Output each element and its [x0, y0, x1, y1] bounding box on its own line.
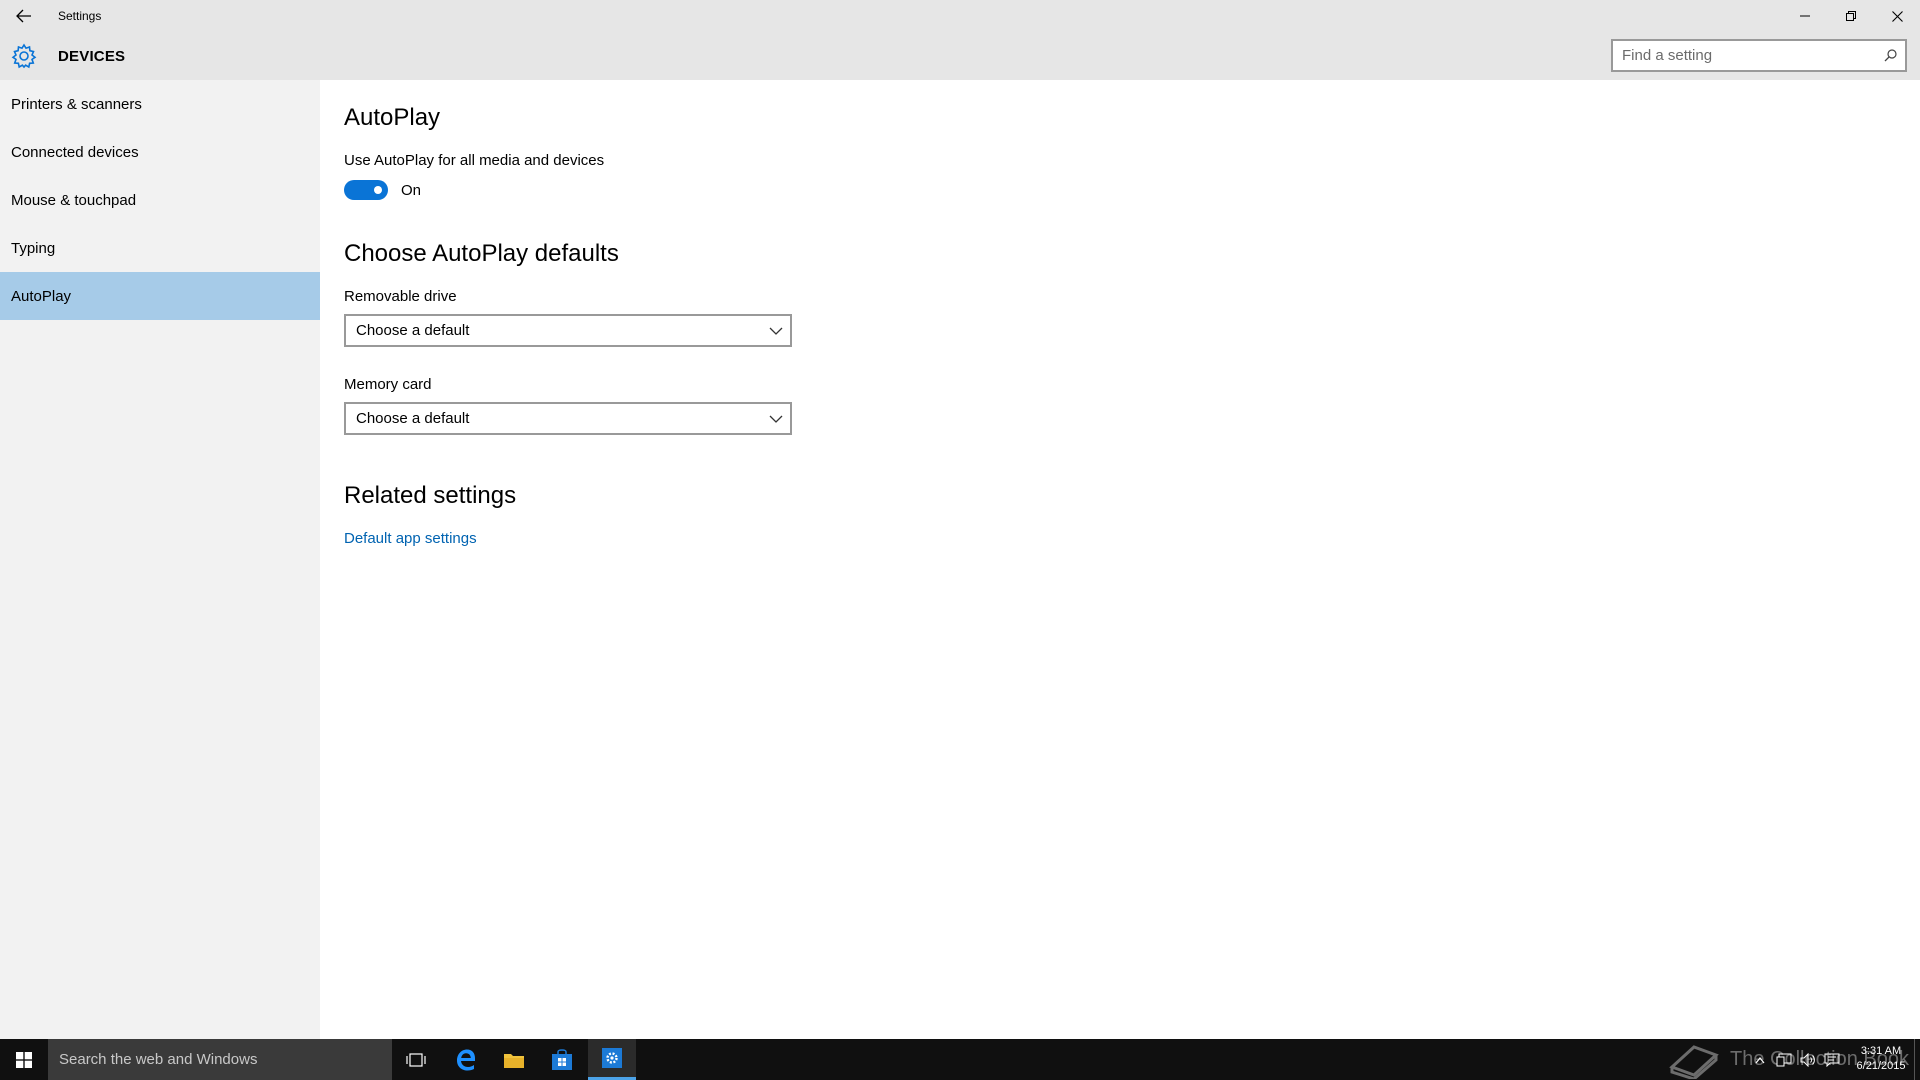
store-button[interactable] [538, 1039, 586, 1080]
sidebar-nav: Printers & scanners Connected devices Mo… [0, 80, 320, 1039]
sidebar-item-autoplay[interactable]: AutoPlay [0, 272, 320, 320]
edge-button[interactable] [442, 1039, 490, 1080]
toggle-state-text: On [401, 181, 422, 199]
sidebar-item-printers-scanners[interactable]: Printers & scanners [0, 80, 320, 128]
action-center-button[interactable] [1824, 1052, 1840, 1068]
start-button[interactable] [0, 1039, 48, 1080]
taskbar-search-text: Search the web and Windows [59, 1051, 258, 1068]
network-button[interactable] [1776, 1052, 1792, 1068]
close-button[interactable] [1874, 0, 1920, 32]
network-icon [1776, 1053, 1792, 1066]
book-logo-icon [1669, 1044, 1719, 1079]
sidebar-item-typing[interactable]: Typing [0, 224, 320, 272]
file-explorer-icon [504, 1053, 524, 1068]
minimize-icon [1800, 15, 1810, 17]
windows-logo-icon [16, 1051, 32, 1068]
window-controls [1782, 0, 1920, 32]
clock-time: 3:31 AM [1860, 1045, 1902, 1057]
chevron-down-icon [769, 327, 783, 335]
memory-card-label: Memory card [344, 376, 432, 393]
autoplay-defaults-heading: Choose AutoPlay defaults [344, 240, 619, 267]
autoplay-toggle-row: On [344, 180, 421, 200]
taskbar-search-box[interactable]: Search the web and Windows [48, 1039, 392, 1080]
sidebar-item-label: AutoPlay [11, 287, 72, 305]
show-desktop-button[interactable] [1914, 1039, 1920, 1080]
back-arrow-icon [16, 9, 31, 23]
dropdown-value: Choose a default [356, 410, 470, 427]
sidebar-item-label: Mouse & touchpad [11, 191, 137, 209]
title-bar: Settings [0, 0, 1920, 32]
settings-search-box[interactable] [1611, 39, 1907, 72]
sidebar-item-label: Typing [11, 239, 56, 257]
page-title: AutoPlay [344, 104, 441, 131]
sidebar-item-connected-devices[interactable]: Connected devices [0, 128, 320, 176]
settings-icon [602, 1048, 622, 1068]
autoplay-toggle-switch[interactable] [344, 180, 388, 200]
file-explorer-button[interactable] [490, 1039, 538, 1080]
chevron-down-icon [769, 415, 783, 423]
restore-button[interactable] [1828, 0, 1874, 32]
store-icon [552, 1048, 572, 1070]
autoplay-toggle-label: Use AutoPlay for all media and devices [344, 152, 605, 169]
sidebar-item-label: Connected devices [11, 143, 139, 161]
removable-drive-label: Removable drive [344, 288, 457, 305]
settings-header: DEVICES [0, 32, 1920, 80]
clock-date: 6/21/2015 [1856, 1060, 1906, 1072]
toggle-knob [374, 186, 382, 194]
show-hidden-icons-button[interactable] [1752, 1052, 1768, 1068]
section-title: DEVICES [58, 47, 126, 65]
sidebar-item-mouse-touchpad[interactable]: Mouse & touchpad [0, 176, 320, 224]
related-settings-heading: Related settings [344, 482, 517, 509]
back-button[interactable] [0, 0, 48, 32]
restore-icon [1846, 11, 1856, 21]
settings-search-input[interactable] [1613, 47, 1875, 64]
system-tray [1752, 1039, 1840, 1080]
main-content: AutoPlay Use AutoPlay for all media and … [320, 80, 1920, 1039]
devices-gear-icon [0, 32, 48, 80]
removable-drive-dropdown[interactable]: Choose a default [344, 314, 792, 347]
clock[interactable]: 3:31 AM 6/21/2015 [1848, 1044, 1914, 1074]
sidebar-item-label: Printers & scanners [11, 95, 142, 113]
memory-card-dropdown[interactable]: Choose a default [344, 402, 792, 435]
notification-icon [1824, 1053, 1840, 1067]
search-icon[interactable] [1875, 41, 1905, 70]
volume-icon [1800, 1052, 1815, 1067]
volume-button[interactable] [1800, 1052, 1816, 1068]
chevron-up-icon [1755, 1056, 1765, 1063]
minimize-button[interactable] [1782, 0, 1828, 32]
settings-taskbar-button[interactable] [588, 1039, 636, 1080]
task-view-icon [406, 1052, 426, 1067]
dropdown-value: Choose a default [356, 322, 470, 339]
default-app-settings-link[interactable]: Default app settings [344, 530, 477, 547]
edge-icon [457, 1049, 475, 1070]
window-title: Settings [58, 9, 102, 23]
close-icon [1891, 10, 1903, 22]
task-view-button[interactable] [392, 1039, 440, 1080]
taskbar: Search the web and Windows The Collectio… [0, 1039, 1920, 1080]
